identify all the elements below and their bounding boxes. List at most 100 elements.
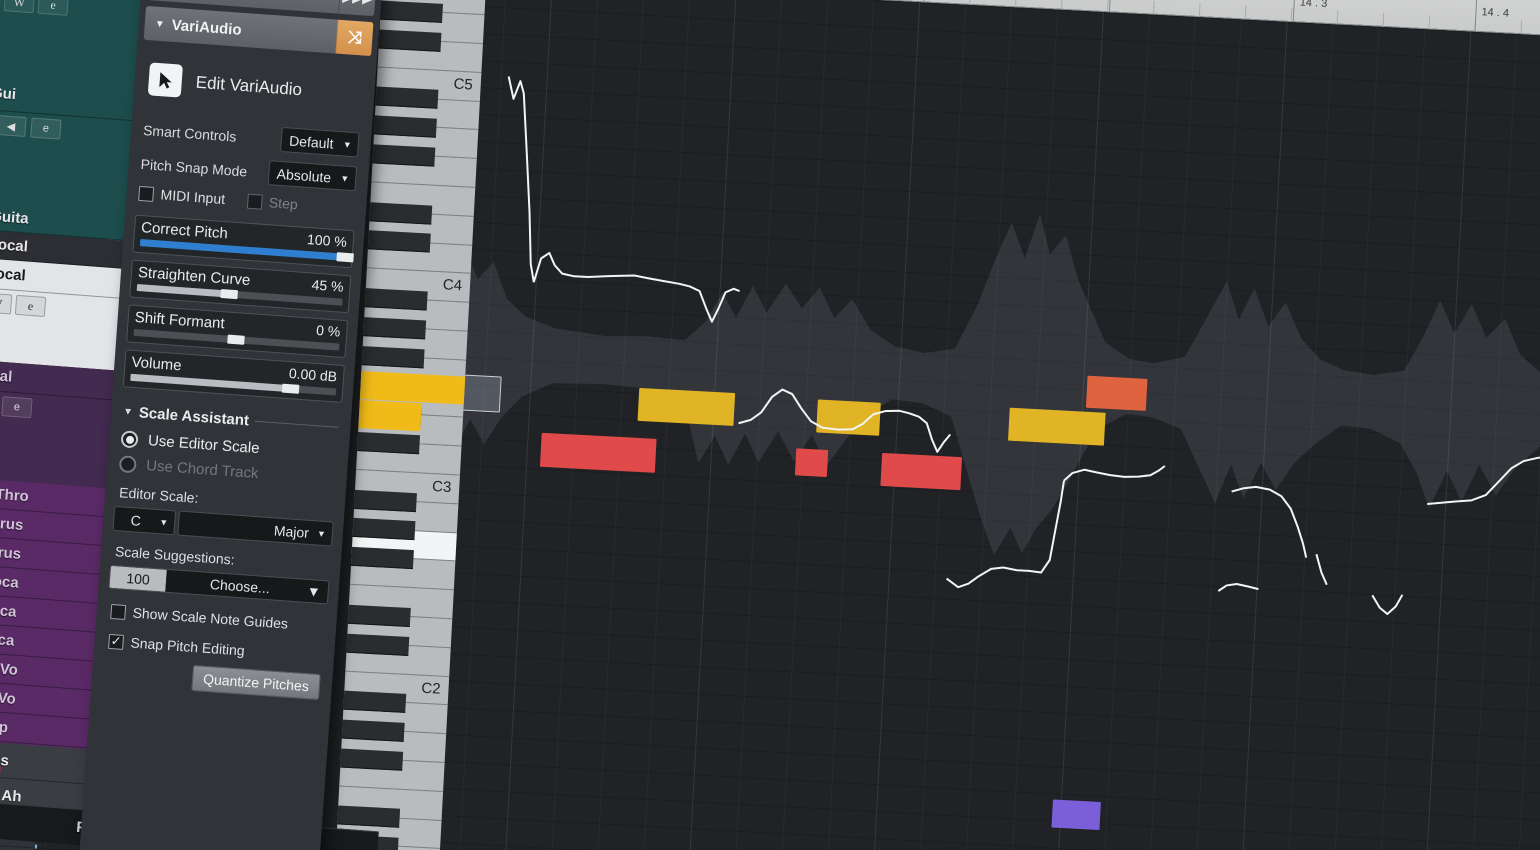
midi-input-row[interactable]: MIDI Input Step bbox=[138, 185, 355, 216]
piano-key-black[interactable] bbox=[375, 86, 439, 110]
checkbox-box[interactable]: ✓ bbox=[108, 633, 125, 650]
piano-key-black[interactable] bbox=[343, 690, 407, 714]
parameter-sliders[interactable]: Correct Pitch 100 % Straighten Curve 45 % Sh… bbox=[122, 214, 355, 403]
track-name: High Resp bbox=[0, 713, 9, 736]
pitch-snap-mode-value: Absolute bbox=[276, 165, 332, 186]
slider-thumb[interactable] bbox=[281, 383, 300, 394]
slider-thumb[interactable] bbox=[336, 252, 354, 263]
piano-key-black[interactable] bbox=[373, 115, 437, 138]
arrow-cursor-icon[interactable] bbox=[147, 62, 183, 98]
chevron-down-icon: ▼ bbox=[306, 582, 322, 600]
track-name: Delay Thro bbox=[0, 482, 30, 505]
slider-label: Volume bbox=[130, 353, 183, 375]
pitch-snap-mode-dropdown[interactable]: Absolute ▼ bbox=[267, 160, 358, 192]
slider-correct-pitch[interactable]: Correct Pitch 100 % bbox=[132, 214, 355, 269]
write-button[interactable]: W bbox=[3, 0, 35, 14]
piano-key-black[interactable] bbox=[347, 604, 411, 627]
piano-key-black[interactable] bbox=[346, 633, 410, 656]
read-button[interactable]: R bbox=[0, 0, 2, 11]
piano-key-black[interactable] bbox=[357, 431, 421, 455]
ruler-tick bbox=[1382, 12, 1385, 28]
smart-controls-value: Default bbox=[288, 132, 335, 152]
ruler-tick bbox=[1061, 0, 1063, 10]
piano-key-black[interactable] bbox=[380, 0, 444, 23]
use-chord-track-label: Use Chord Track bbox=[145, 457, 260, 483]
piano-key-black[interactable] bbox=[337, 805, 401, 829]
scale-root-dropdown[interactable]: C ▼ bbox=[112, 505, 177, 536]
piano-key-black[interactable] bbox=[354, 489, 417, 512]
chevron-down-icon: ▼ bbox=[122, 406, 134, 418]
segment-6[interactable] bbox=[794, 448, 829, 478]
slider-thumb[interactable] bbox=[220, 288, 238, 300]
arrow-cursor-glyph bbox=[159, 71, 172, 89]
segment-7[interactable] bbox=[816, 399, 881, 436]
write-button[interactable]: W bbox=[0, 292, 13, 315]
ruler-tick bbox=[1520, 20, 1523, 35]
midi-input-checkbox[interactable]: MIDI Input bbox=[138, 185, 226, 207]
piano-key-black[interactable] bbox=[364, 288, 428, 311]
chevrons-right-icon[interactable]: ▶▶▶ bbox=[338, 0, 377, 17]
edit-variaudio-row[interactable]: Edit VariAudio bbox=[147, 62, 366, 110]
ruler-tick bbox=[1152, 0, 1155, 15]
slider-value: 100 % bbox=[306, 231, 348, 250]
show-scale-note-guides-label: Show Scale Note Guides bbox=[132, 604, 289, 632]
show-scale-note-guides-checkbox[interactable]: Show Scale Note Guides bbox=[110, 603, 325, 634]
checkbox-box[interactable] bbox=[110, 603, 127, 620]
slider-volume[interactable]: Volume 0.00 dB bbox=[122, 349, 345, 403]
piano-key-black[interactable] bbox=[350, 546, 414, 570]
segment-11[interactable] bbox=[1051, 799, 1101, 831]
quantize-pitches-button[interactable]: Quantize Pitches bbox=[191, 664, 321, 701]
segment-10[interactable] bbox=[1085, 375, 1148, 411]
variaudio-icon[interactable]: ⤨ bbox=[335, 19, 374, 57]
piano-key-black[interactable] bbox=[369, 201, 433, 225]
slider-value: 0 % bbox=[315, 321, 341, 340]
monitor-icon[interactable]: ◀ bbox=[0, 114, 27, 138]
radio-editor-scale[interactable] bbox=[120, 430, 139, 449]
ruler-tick bbox=[1336, 10, 1339, 25]
edit-channel-icon[interactable]: e bbox=[30, 117, 62, 140]
piano-key-black[interactable] bbox=[341, 719, 405, 742]
track-name: Oohs and Ah bbox=[0, 781, 23, 806]
track-name: Prechorus bbox=[0, 510, 24, 534]
radio-dot bbox=[125, 435, 134, 444]
edit-channel-button[interactable]: e bbox=[37, 0, 69, 16]
ruler-tick bbox=[1198, 3, 1201, 18]
ruler-tick bbox=[1428, 15, 1431, 30]
radio-chord-track bbox=[118, 455, 137, 474]
piano-key-highlight[interactable] bbox=[359, 371, 466, 405]
smart-controls-dropdown[interactable]: Default ▼ bbox=[280, 126, 360, 158]
slider-shift-formant[interactable]: Shift Formant 0 % bbox=[126, 304, 349, 359]
edit-channel-button[interactable]: e bbox=[14, 294, 47, 318]
piano-key-black[interactable] bbox=[378, 29, 442, 52]
piano-key-highlight[interactable] bbox=[358, 400, 422, 432]
track-name: Lead Voca bbox=[0, 627, 15, 650]
midi-input-label: MIDI Input bbox=[160, 186, 226, 208]
scale-assistant-header[interactable]: ▼ Scale Assistant bbox=[122, 403, 339, 435]
chevron-down-icon: ▼ bbox=[316, 527, 327, 539]
scale-type-dropdown[interactable]: Major ▼ bbox=[177, 510, 334, 547]
segment-4[interactable] bbox=[539, 432, 657, 473]
edit-channel-icon[interactable]: e bbox=[1, 396, 33, 419]
scale-suggestions-count[interactable]: 100 bbox=[109, 565, 167, 592]
smart-controls-row[interactable]: Smart Controls Default ▼ bbox=[142, 117, 360, 158]
slider-straighten-curve[interactable]: Straighten Curve 45 % bbox=[129, 259, 352, 314]
ruler-label: 14 . 3 bbox=[1299, 0, 1328, 10]
piano-key-black[interactable] bbox=[352, 518, 416, 541]
piano-key-black[interactable] bbox=[372, 144, 436, 167]
scale-suggestions-choose-dropdown[interactable]: Choose... ▼ bbox=[165, 569, 329, 604]
segment-9[interactable] bbox=[1008, 407, 1106, 446]
piano-key-label: C4 bbox=[442, 276, 463, 295]
piano-key-label: C5 bbox=[453, 75, 474, 94]
segment-8[interactable] bbox=[880, 452, 963, 491]
piano-key-black[interactable] bbox=[361, 345, 425, 368]
smart-controls-label: Smart Controls bbox=[142, 121, 237, 145]
segment-5[interactable] bbox=[637, 387, 736, 426]
piano-key-black[interactable] bbox=[367, 230, 431, 253]
slider-thumb[interactable] bbox=[227, 334, 245, 345]
track-name: Falsetto Vo bbox=[0, 684, 17, 708]
piano-key-black[interactable] bbox=[340, 748, 404, 771]
pitch-snap-mode-row[interactable]: Pitch Snap Mode Absolute ▼ bbox=[140, 151, 358, 192]
checkbox-box[interactable] bbox=[138, 185, 155, 202]
piano-key-black[interactable] bbox=[363, 316, 427, 340]
ruler-tick bbox=[1244, 5, 1247, 20]
